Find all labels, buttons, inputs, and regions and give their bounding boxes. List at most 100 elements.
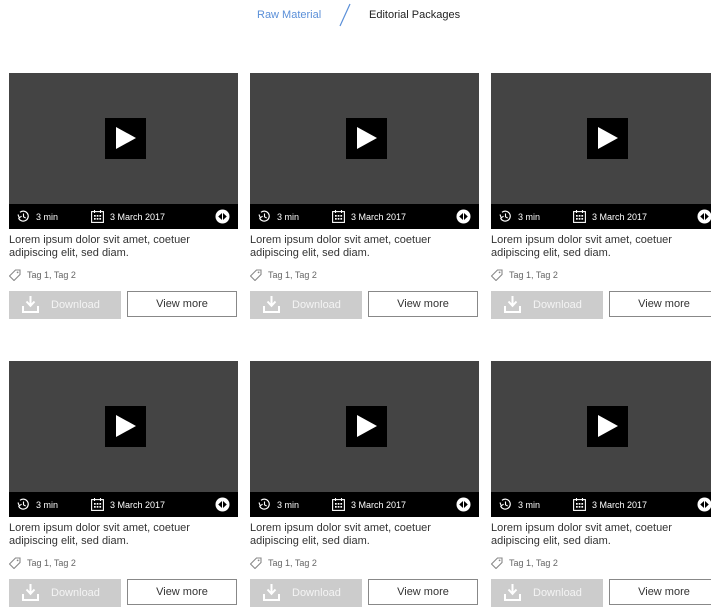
tag-list: Tag 1, Tag 2 bbox=[491, 557, 711, 569]
tab-bar: Raw Material Editorial Packages bbox=[0, 0, 711, 34]
duration-text: 3 min bbox=[518, 499, 541, 510]
video-thumbnail[interactable]: 3 min 3 March 2017 bbox=[9, 361, 238, 517]
video-card: 3 min 3 March 2017 Lorem ipsum dolor svi… bbox=[9, 361, 238, 607]
tags-text: Tag 1, Tag 2 bbox=[268, 270, 317, 280]
tag-list: Tag 1, Tag 2 bbox=[9, 557, 238, 569]
card-actions: Download View more bbox=[9, 579, 238, 607]
download-button[interactable]: Download bbox=[9, 291, 121, 319]
download-icon bbox=[504, 584, 521, 601]
tags-text: Tag 1, Tag 2 bbox=[27, 558, 76, 568]
tag-icon bbox=[9, 269, 21, 281]
video-meta-bar: 3 min 3 March 2017 bbox=[491, 492, 711, 517]
video-meta-bar: 3 min 3 March 2017 bbox=[250, 204, 479, 229]
video-thumbnail[interactable]: 3 min 3 March 2017 bbox=[491, 73, 711, 229]
share-icon bbox=[215, 497, 230, 512]
tag-icon bbox=[250, 269, 262, 281]
tag-list: Tag 1, Tag 2 bbox=[250, 557, 479, 569]
view-more-button[interactable]: View more bbox=[127, 291, 237, 317]
download-label: Download bbox=[533, 299, 582, 311]
download-button[interactable]: Download bbox=[250, 291, 362, 319]
card-actions: Download View more bbox=[9, 291, 238, 319]
view-more-button[interactable]: View more bbox=[609, 291, 711, 317]
video-thumbnail[interactable]: 3 min 3 March 2017 bbox=[9, 73, 238, 229]
card-actions: Download View more bbox=[250, 579, 479, 607]
date: 3 March 2017 bbox=[332, 204, 406, 229]
tag-list: Tag 1, Tag 2 bbox=[9, 269, 238, 281]
duration: 3 min bbox=[258, 204, 299, 229]
date: 3 March 2017 bbox=[573, 492, 647, 517]
tag-icon bbox=[491, 557, 503, 569]
play-button[interactable] bbox=[346, 406, 387, 447]
tag-icon bbox=[9, 557, 21, 569]
play-button[interactable] bbox=[587, 406, 628, 447]
play-button[interactable] bbox=[346, 118, 387, 159]
video-title: Lorem ipsum dolor svit amet, coetuer adi… bbox=[491, 234, 672, 259]
tab-editorial-packages[interactable]: Editorial Packages bbox=[369, 9, 460, 21]
view-more-button[interactable]: View more bbox=[368, 579, 478, 605]
share-button[interactable] bbox=[697, 204, 711, 229]
download-button[interactable]: Download bbox=[9, 579, 121, 607]
share-icon bbox=[215, 209, 230, 224]
download-button[interactable]: Download bbox=[250, 579, 362, 607]
duration-text: 3 min bbox=[36, 499, 59, 510]
download-icon bbox=[263, 296, 280, 313]
calendar-icon bbox=[91, 210, 104, 223]
view-more-button[interactable]: View more bbox=[368, 291, 478, 317]
share-button[interactable] bbox=[215, 492, 230, 517]
date-text: 3 March 2017 bbox=[351, 499, 407, 510]
video-title: Lorem ipsum dolor svit amet, coetuer adi… bbox=[250, 522, 431, 547]
tags-text: Tag 1, Tag 2 bbox=[509, 270, 558, 280]
share-icon bbox=[697, 497, 711, 512]
clock-icon bbox=[499, 210, 511, 222]
video-card: 3 min 3 March 2017 Lorem ipsum dolor svi… bbox=[491, 361, 711, 607]
video-card: 3 min 3 March 2017 Lorem ipsum dolor svi… bbox=[250, 73, 479, 319]
share-button[interactable] bbox=[456, 204, 471, 229]
duration-text: 3 min bbox=[518, 211, 541, 222]
tab-divider bbox=[339, 3, 351, 27]
video-card: 3 min 3 March 2017 Lorem ipsum dolor svi… bbox=[250, 361, 479, 607]
duration-text: 3 min bbox=[277, 499, 300, 510]
tab-raw-material[interactable]: Raw Material bbox=[257, 9, 321, 21]
tags-text: Tag 1, Tag 2 bbox=[268, 558, 317, 568]
download-button[interactable]: Download bbox=[491, 579, 603, 607]
share-icon bbox=[456, 209, 471, 224]
video-title: Lorem ipsum dolor svit amet, coetuer adi… bbox=[491, 522, 672, 547]
share-button[interactable] bbox=[697, 492, 711, 517]
share-button[interactable] bbox=[215, 204, 230, 229]
duration-text: 3 min bbox=[277, 211, 300, 222]
calendar-icon bbox=[332, 498, 345, 511]
download-label: Download bbox=[51, 587, 100, 599]
view-more-button[interactable]: View more bbox=[609, 579, 711, 605]
date-text: 3 March 2017 bbox=[592, 211, 648, 222]
play-button[interactable] bbox=[105, 118, 146, 159]
date: 3 March 2017 bbox=[332, 492, 406, 517]
duration-text: 3 min bbox=[36, 211, 59, 222]
duration: 3 min bbox=[499, 492, 540, 517]
download-button[interactable]: Download bbox=[491, 291, 603, 319]
play-icon bbox=[357, 415, 377, 437]
card-actions: Download View more bbox=[491, 291, 711, 319]
video-card: 3 min 3 March 2017 Lorem ipsum dolor svi… bbox=[491, 73, 711, 319]
video-meta-bar: 3 min 3 March 2017 bbox=[9, 492, 238, 517]
date-text: 3 March 2017 bbox=[351, 211, 407, 222]
date: 3 March 2017 bbox=[91, 204, 165, 229]
play-button[interactable] bbox=[105, 406, 146, 447]
calendar-icon bbox=[573, 498, 586, 511]
video-meta-bar: 3 min 3 March 2017 bbox=[491, 204, 711, 229]
play-icon bbox=[598, 127, 618, 149]
calendar-icon bbox=[91, 498, 104, 511]
video-thumbnail[interactable]: 3 min 3 March 2017 bbox=[250, 361, 479, 517]
play-icon bbox=[116, 415, 136, 437]
view-more-button[interactable]: View more bbox=[127, 579, 237, 605]
card-actions: Download View more bbox=[491, 579, 711, 607]
video-thumbnail[interactable]: 3 min 3 March 2017 bbox=[250, 73, 479, 229]
date-text: 3 March 2017 bbox=[592, 499, 648, 510]
play-button[interactable] bbox=[587, 118, 628, 159]
video-thumbnail[interactable]: 3 min 3 March 2017 bbox=[491, 361, 711, 517]
download-label: Download bbox=[533, 587, 582, 599]
duration: 3 min bbox=[499, 204, 540, 229]
calendar-icon bbox=[332, 210, 345, 223]
clock-icon bbox=[258, 210, 270, 222]
clock-icon bbox=[499, 498, 511, 510]
share-button[interactable] bbox=[456, 492, 471, 517]
